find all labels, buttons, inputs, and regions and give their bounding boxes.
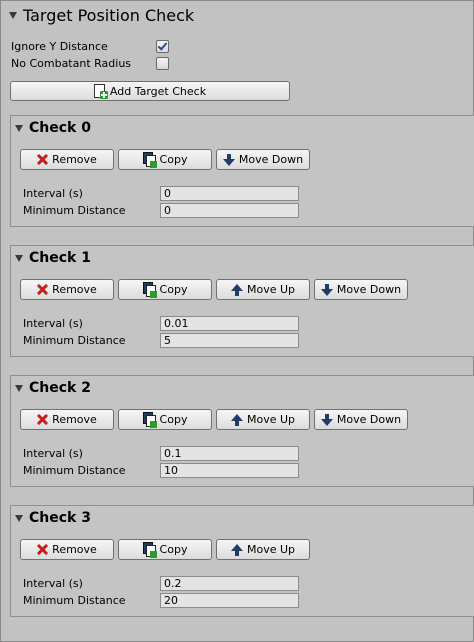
remove-icon — [37, 544, 48, 555]
interval-row: Interval (s) 0 — [23, 185, 299, 201]
copy-icon — [142, 542, 157, 558]
remove-label: Remove — [52, 413, 97, 426]
min-distance-row: Minimum Distance 0 — [23, 202, 299, 218]
move-up-label: Move Up — [246, 283, 296, 296]
check-title: Check 2 — [29, 380, 91, 396]
check-panel-2: Check 2 Remove Copy Move Up Move Down In… — [10, 375, 474, 487]
min-distance-label: Minimum Distance — [23, 203, 126, 217]
remove-button[interactable]: Remove — [20, 409, 114, 430]
move-down-button[interactable]: Move Down — [314, 279, 408, 300]
check-title: Check 1 — [29, 250, 91, 266]
foldout-arrow-icon[interactable] — [15, 384, 23, 392]
remove-label: Remove — [52, 543, 97, 556]
copy-button[interactable]: Copy — [118, 409, 212, 430]
copy-button[interactable]: Copy — [118, 149, 212, 170]
toggle-ignore-y-distance: Ignore Y Distance — [11, 38, 169, 54]
interval-row: Interval (s) 0.1 — [23, 445, 299, 461]
check-panel-0: Check 0 Remove Copy Move Down Interval (… — [10, 115, 474, 227]
arrow-down-icon — [320, 283, 333, 296]
arrow-down-icon — [222, 153, 235, 166]
no-combatant-radius-checkbox[interactable] — [156, 56, 169, 70]
copy-button[interactable]: Copy — [118, 279, 212, 300]
remove-icon — [37, 414, 48, 425]
interval-label: Interval (s) — [23, 576, 83, 590]
inspector-panel: Target Position Check Ignore Y Distance … — [0, 0, 474, 642]
min-distance-label: Minimum Distance — [23, 593, 126, 607]
move-down-button[interactable]: Move Down — [314, 409, 408, 430]
copy-icon — [142, 152, 157, 168]
move-up-button[interactable]: Move Up — [216, 409, 310, 430]
remove-button[interactable]: Remove — [20, 149, 114, 170]
check-panel-3: Check 3 Remove Copy Move Up Interval (s)… — [10, 505, 474, 617]
interval-row: Interval (s) 0.2 — [23, 575, 299, 591]
add-document-icon — [93, 84, 108, 99]
min-distance-field[interactable]: 20 — [160, 592, 299, 608]
section-title: Target Position Check — [23, 5, 195, 25]
toggle-label: No Combatant Radius — [11, 56, 132, 70]
check-header[interactable]: Check 1 — [15, 250, 91, 266]
check-title: Check 3 — [29, 510, 91, 526]
check-title: Check 0 — [29, 120, 91, 136]
move-up-label: Move Up — [246, 413, 296, 426]
remove-button[interactable]: Remove — [20, 539, 114, 560]
copy-label: Copy — [159, 283, 188, 296]
move-down-label: Move Down — [336, 413, 402, 426]
min-distance-row: Minimum Distance 5 — [23, 332, 299, 348]
min-distance-row: Minimum Distance 20 — [23, 592, 299, 608]
toggle-no-combatant-radius: No Combatant Radius — [11, 55, 169, 71]
min-distance-field[interactable]: 5 — [160, 332, 299, 348]
move-down-label: Move Down — [238, 153, 304, 166]
min-distance-row: Minimum Distance 10 — [23, 462, 299, 478]
copy-label: Copy — [159, 543, 188, 556]
min-distance-field[interactable]: 0 — [160, 202, 299, 218]
interval-field[interactable]: 0.2 — [160, 575, 299, 591]
min-distance-label: Minimum Distance — [23, 463, 126, 477]
copy-label: Copy — [159, 153, 188, 166]
copy-button[interactable]: Copy — [118, 539, 212, 560]
add-target-check-button[interactable]: Add Target Check — [10, 81, 290, 101]
remove-label: Remove — [52, 153, 97, 166]
check-panel-1: Check 1 Remove Copy Move Up Move Down In… — [10, 245, 474, 357]
add-target-check-label: Add Target Check — [109, 84, 207, 98]
foldout-arrow-icon[interactable] — [9, 11, 17, 19]
foldout-arrow-icon[interactable] — [15, 514, 23, 522]
check-header[interactable]: Check 2 — [15, 380, 91, 396]
min-distance-label: Minimum Distance — [23, 333, 126, 347]
interval-field[interactable]: 0 — [160, 185, 299, 201]
move-up-label: Move Up — [246, 543, 296, 556]
foldout-arrow-icon[interactable] — [15, 124, 23, 132]
remove-icon — [37, 154, 48, 165]
copy-icon — [142, 282, 157, 298]
interval-label: Interval (s) — [23, 186, 83, 200]
check-header[interactable]: Check 3 — [15, 510, 91, 526]
move-down-label: Move Down — [336, 283, 402, 296]
copy-icon — [142, 412, 157, 428]
move-up-button[interactable]: Move Up — [216, 539, 310, 560]
move-down-button[interactable]: Move Down — [216, 149, 310, 170]
arrow-down-icon — [320, 413, 333, 426]
arrow-up-icon — [230, 283, 243, 296]
toggle-label: Ignore Y Distance — [11, 39, 108, 53]
section-header[interactable]: Target Position Check — [9, 3, 194, 27]
interval-row: Interval (s) 0.01 — [23, 315, 299, 331]
min-distance-field[interactable]: 10 — [160, 462, 299, 478]
interval-field[interactable]: 0.1 — [160, 445, 299, 461]
move-up-button[interactable]: Move Up — [216, 279, 310, 300]
remove-label: Remove — [52, 283, 97, 296]
arrow-up-icon — [230, 413, 243, 426]
remove-button[interactable]: Remove — [20, 279, 114, 300]
arrow-up-icon — [230, 543, 243, 556]
remove-icon — [37, 284, 48, 295]
ignore-y-distance-checkbox[interactable] — [156, 39, 169, 53]
check-header[interactable]: Check 0 — [15, 120, 91, 136]
copy-label: Copy — [159, 413, 188, 426]
interval-label: Interval (s) — [23, 446, 83, 460]
interval-label: Interval (s) — [23, 316, 83, 330]
interval-field[interactable]: 0.01 — [160, 315, 299, 331]
foldout-arrow-icon[interactable] — [15, 254, 23, 262]
